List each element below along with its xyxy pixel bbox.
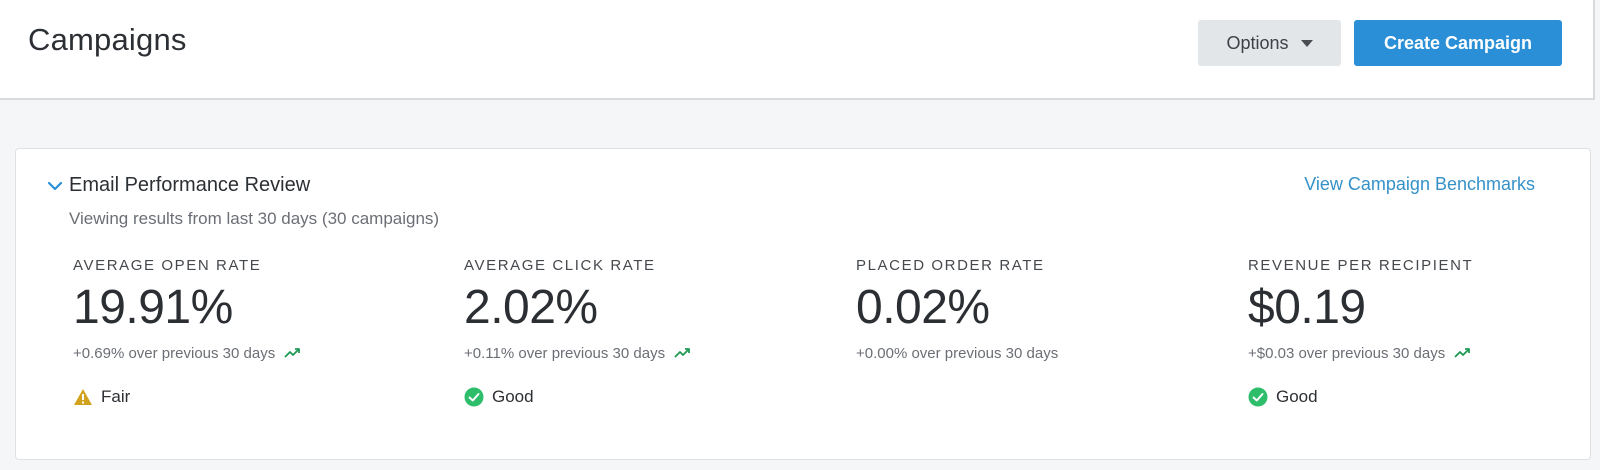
- metric-average-click-rate: AVERAGE CLICK RATE 2.02% +0.11% over pre…: [464, 257, 844, 408]
- metric-label: REVENUE PER RECIPIENT: [1248, 257, 1474, 274]
- metric-delta-text: +$0.03 over previous 30 days: [1248, 344, 1446, 362]
- trending-up-icon: [674, 348, 690, 358]
- metric-status-text: Good: [1276, 386, 1318, 406]
- chevron-down-icon[interactable]: [46, 177, 64, 195]
- metric-value: 0.02%: [856, 281, 990, 334]
- review-subtitle: Viewing results from last 30 days (30 ca…: [69, 209, 440, 228]
- metric-delta-text: +0.69% over previous 30 days: [73, 344, 276, 362]
- metric-delta: +0.11% over previous 30 days: [464, 345, 844, 362]
- check-circle-icon: [1248, 387, 1268, 407]
- metric-delta-text: +0.00% over previous 30 days: [856, 344, 1059, 362]
- email-performance-review-card: Email Performance Review Viewing results…: [15, 148, 1591, 460]
- metric-revenue-per-recipient: REVENUE PER RECIPIENT $0.19 +$0.03 over …: [1248, 257, 1600, 408]
- metric-status: Good: [1248, 386, 1600, 408]
- options-button[interactable]: Options: [1198, 20, 1341, 66]
- metric-label: AVERAGE OPEN RATE: [73, 257, 262, 274]
- create-campaign-button[interactable]: Create Campaign: [1354, 20, 1562, 66]
- caret-down-icon: [1300, 40, 1313, 47]
- metric-value: $0.19: [1248, 281, 1366, 334]
- metric-delta: +0.69% over previous 30 days: [73, 345, 453, 362]
- metric-value: 2.02%: [464, 281, 598, 334]
- metric-delta-text: +0.11% over previous 30 days: [464, 344, 666, 362]
- page-header: Campaigns Options Create Campaign: [0, 0, 1595, 100]
- metric-status: Good: [464, 386, 844, 408]
- metric-placed-order-rate: PLACED ORDER RATE 0.02% +0.00% over prev…: [856, 257, 1236, 362]
- warning-icon: [74, 388, 92, 405]
- metric-status: Fair: [73, 386, 453, 408]
- metric-label: PLACED ORDER RATE: [856, 257, 1045, 274]
- review-title[interactable]: Email Performance Review: [69, 174, 310, 197]
- metric-label: AVERAGE CLICK RATE: [464, 257, 656, 274]
- check-circle-icon: [464, 387, 484, 407]
- trending-up-icon: [284, 348, 301, 358]
- metric-delta: +0.00% over previous 30 days: [856, 345, 1236, 362]
- metric-delta: +$0.03 over previous 30 days: [1248, 345, 1600, 362]
- metric-status-text: Good: [492, 386, 534, 406]
- options-button-label: Options: [1226, 32, 1289, 53]
- metric-value: 19.91%: [73, 281, 233, 334]
- metric-status-text: Fair: [101, 386, 131, 406]
- metric-average-open-rate: AVERAGE OPEN RATE 19.91% +0.69% over pre…: [73, 257, 453, 408]
- view-campaign-benchmarks-link[interactable]: View Campaign Benchmarks: [1304, 174, 1535, 195]
- page-title: Campaigns: [28, 22, 187, 57]
- trending-up-icon: [1454, 348, 1471, 358]
